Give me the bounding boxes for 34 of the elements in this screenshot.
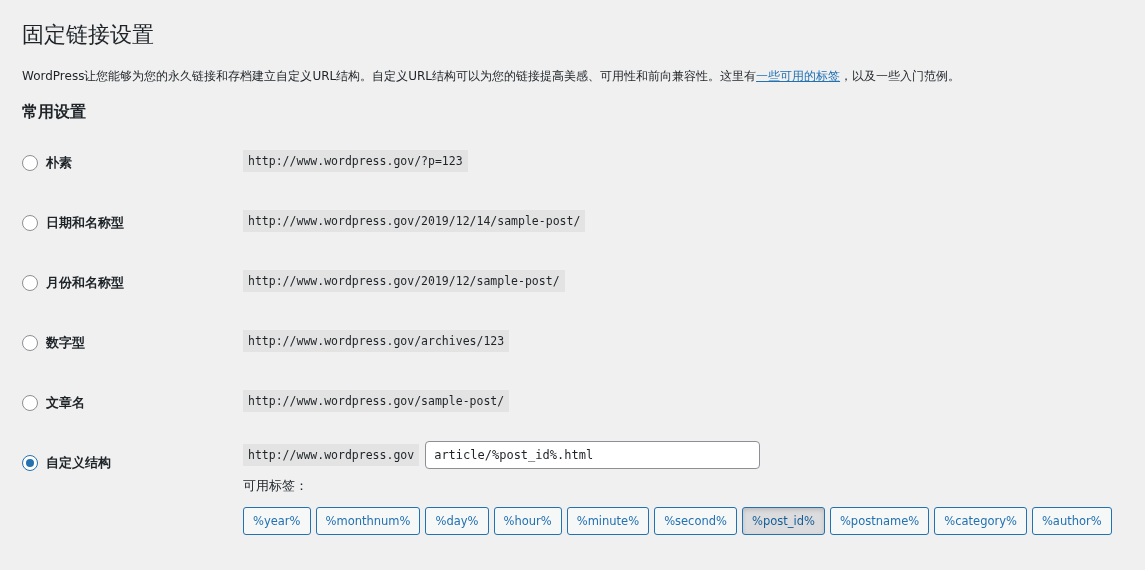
option-label: 自定义结构 xyxy=(46,454,111,472)
option-label: 数字型 xyxy=(46,334,85,352)
structure-field[interactable]: article/%post_id%.html xyxy=(425,441,761,469)
radio-button[interactable] xyxy=(22,335,38,351)
tag-button[interactable]: %day% xyxy=(425,507,489,535)
option-label: 日期和名称型 xyxy=(46,214,124,232)
radio-button[interactable] xyxy=(22,455,38,471)
option-label: 月份和名称型 xyxy=(46,274,124,292)
radio-button[interactable] xyxy=(22,215,38,231)
tag-button[interactable]: %category% xyxy=(934,507,1027,535)
tag-button[interactable]: %second% xyxy=(654,507,737,535)
tags-label: 可用标签： xyxy=(243,477,309,495)
tags-link[interactable]: 一些可用的标签 xyxy=(756,69,841,83)
tag-button[interactable]: %year% xyxy=(243,507,311,535)
url-example: http://www.wordpress.gov/2019/12/sample-post/ xyxy=(243,270,565,292)
url-prefix: http://www.wordpress.gov xyxy=(243,444,420,466)
tag-button[interactable]: %monthnum% xyxy=(315,507,421,535)
tag-button[interactable]: %hour% xyxy=(493,507,562,535)
tag-button[interactable]: %minute% xyxy=(566,507,650,535)
section-title: 常用设置 xyxy=(22,101,87,123)
url-example: http://www.wordpress.gov/?p=123 xyxy=(243,150,468,172)
tag-button[interactable]: %author% xyxy=(1031,507,1112,535)
url-example: http://www.wordpress.gov/sample-post/ xyxy=(243,390,510,412)
radio-button[interactable] xyxy=(22,155,38,171)
radio-button[interactable] xyxy=(22,395,38,411)
url-example: http://www.wordpress.gov/archives/123 xyxy=(243,330,510,352)
intro-text: WordPress让您能够为您的永久链接和存档建立自定义URL结构。自定义URL结构可以为您的链接提高美感、可用性和前向兼容性。这里有一些可用的标签，以及一些入门范例。 xyxy=(22,68,962,85)
radio-button[interactable] xyxy=(22,275,38,291)
tag-button[interactable]: %post_id% xyxy=(742,507,825,535)
option-label: 文章名 xyxy=(46,394,85,412)
tag-button[interactable]: %postname% xyxy=(829,507,930,535)
url-example: http://www.wordpress.gov/2019/12/14/sample-post/ xyxy=(243,210,586,232)
option-label: 朴素 xyxy=(46,154,72,172)
page-title: 固定链接设置 xyxy=(22,21,155,49)
